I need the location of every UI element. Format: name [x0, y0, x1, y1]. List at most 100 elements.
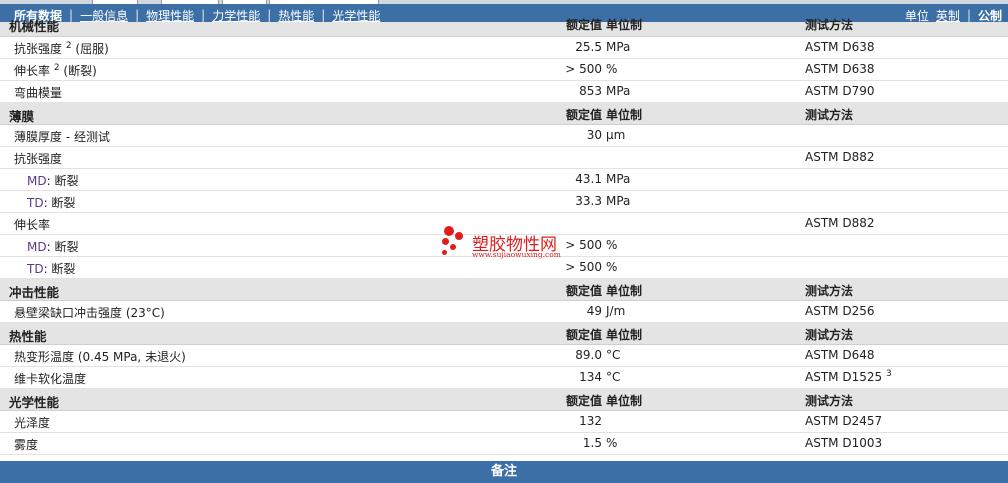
nav-thermal[interactable]: 热性能	[278, 7, 314, 24]
section-header-impact: 冲击性能 额定值 单位制 测试方法	[0, 279, 1008, 301]
section-header-film: 薄膜 额定值 单位制 测试方法	[0, 103, 1008, 125]
property-name: 弯曲模量	[14, 86, 63, 100]
nav-optical[interactable]: 光学性能	[332, 7, 380, 24]
property-value: 1.5	[582, 436, 602, 450]
col-test-method: 测试方法	[805, 284, 854, 298]
property-value: 30	[586, 128, 602, 142]
col-nominal: 额定值	[565, 18, 602, 32]
nav-mechanical[interactable]: 力学性能	[212, 7, 260, 24]
nav-separator: |	[201, 8, 206, 22]
property-name: 伸长率 2 (断裂)	[14, 63, 97, 79]
property-unit: J/m	[606, 304, 626, 318]
col-unit: 单位制	[606, 284, 643, 298]
property-unit: °C	[606, 348, 621, 362]
test-method: ASTM D638	[805, 62, 875, 76]
nav-general-info[interactable]: 一般信息	[80, 7, 128, 24]
test-method: ASTM D638	[805, 40, 875, 54]
table-row: MD: 断裂 43.1 MPa	[0, 169, 1008, 191]
col-test-method: 测试方法	[805, 394, 854, 408]
test-method: ASTM D882	[805, 216, 875, 230]
property-value: 134	[579, 370, 602, 384]
table-row: 光泽度 132 ASTM D2457	[0, 411, 1008, 433]
section-title: 热性能	[9, 329, 47, 344]
nav-separator: |	[267, 8, 272, 22]
nav-separator: |	[966, 8, 971, 22]
property-name: TD: 断裂	[27, 262, 76, 276]
col-nominal: 额定值	[565, 108, 602, 122]
property-name: 抗张强度	[14, 152, 63, 166]
test-method: ASTM D790	[805, 84, 875, 98]
direction-prefix: MD	[27, 174, 47, 188]
units-metric[interactable]: 公制	[978, 7, 1002, 24]
test-method: ASTM D256	[805, 304, 875, 318]
property-unit: MPa	[606, 194, 631, 208]
col-test-method: 测试方法	[805, 18, 854, 32]
units-label: 单位	[904, 8, 929, 23]
units-english-link[interactable]: 英制	[936, 7, 960, 24]
property-value: > 500	[565, 260, 602, 274]
col-test-method: 测试方法	[805, 108, 854, 122]
property-name: 悬壁梁缺口冲击强度 (23°C)	[14, 306, 165, 320]
section-header-mechanical: 机械性能 额定值 单位制 测试方法	[0, 18, 1008, 37]
table-row: 维卡软化温度 134 °C ASTM D1525 3	[0, 367, 1008, 389]
nav-separator: |	[135, 8, 140, 22]
section-title: 光学性能	[9, 395, 60, 410]
property-value: 25.5	[575, 40, 602, 54]
property-name: 薄膜厚度 - 经测试	[14, 130, 110, 144]
property-value: > 500	[565, 62, 602, 76]
col-test-method: 测试方法	[805, 328, 854, 342]
table-row: 薄膜厚度 - 经测试 30 µm	[0, 125, 1008, 147]
section-title: 机械性能	[9, 19, 60, 34]
property-name: MD: 断裂	[27, 174, 79, 188]
table-row: 伸长率 2 (断裂) > 500 % ASTM D638	[0, 59, 1008, 81]
property-name: 伸长率	[14, 218, 51, 232]
section-header-optical: 光学性能 额定值 单位制 测试方法	[0, 389, 1008, 411]
property-name: TD: 断裂	[27, 196, 76, 210]
property-value: 49	[586, 304, 602, 318]
property-unit: %	[606, 436, 618, 450]
watermark-url: www.sujiaowuxing.com	[472, 250, 561, 259]
property-name: 抗张强度 2 (屈服)	[14, 41, 109, 57]
section-title: 薄膜	[9, 109, 35, 124]
property-unit: °C	[606, 370, 621, 384]
table-row: 悬壁梁缺口冲击强度 (23°C) 49 J/m ASTM D256	[0, 301, 1008, 323]
property-unit: %	[606, 62, 618, 76]
table-row: 弯曲模量 853 MPa ASTM D790	[0, 81, 1008, 103]
property-value: 132	[579, 414, 602, 428]
direction-prefix: TD	[27, 196, 44, 210]
section-header-thermal: 热性能 额定值 单位制 测试方法	[0, 323, 1008, 345]
direction-prefix: MD	[27, 240, 47, 254]
property-name: 光泽度	[14, 416, 51, 430]
test-method: ASTM D648	[805, 348, 875, 362]
property-value: 853	[579, 84, 602, 98]
property-unit: µm	[606, 128, 626, 142]
col-nominal: 额定值	[565, 284, 602, 298]
watermark-logo-icon	[440, 224, 468, 258]
property-name: 雾度	[14, 438, 39, 452]
col-unit: 单位制	[606, 328, 643, 342]
property-unit: MPa	[606, 172, 631, 186]
nav-separator: |	[321, 8, 326, 22]
property-name: 热变形温度 (0.45 MPa, 未退火)	[14, 350, 186, 364]
table-row: 热变形温度 (0.45 MPa, 未退火) 89.0 °C ASTM D648	[0, 345, 1008, 367]
direction-prefix: TD	[27, 262, 44, 276]
nav-physical[interactable]: 物理性能	[146, 7, 194, 24]
table-row: 抗张强度 ASTM D882	[0, 147, 1008, 169]
col-unit: 单位制	[606, 18, 643, 32]
property-value: 89.0	[575, 348, 602, 362]
property-value: 33.3	[575, 194, 602, 208]
notes-header: 备注	[0, 461, 1008, 483]
site-watermark: 塑胶物性网 www.sujiaowuxing.com	[440, 224, 570, 264]
col-unit: 单位制	[606, 394, 643, 408]
table-row: TD: 断裂 33.3 MPa	[0, 191, 1008, 213]
property-unit: MPa	[606, 40, 631, 54]
col-unit: 单位制	[606, 108, 643, 122]
table-row: 雾度 1.5 % ASTM D1003	[0, 433, 1008, 455]
property-unit: %	[606, 260, 618, 274]
col-nominal: 额定值	[565, 394, 602, 408]
property-value: > 500	[565, 238, 602, 252]
property-unit: MPa	[606, 84, 631, 98]
property-value: 43.1	[575, 172, 602, 186]
col-nominal: 额定值	[565, 328, 602, 342]
table-row: 抗张强度 2 (屈服) 25.5 MPa ASTM D638	[0, 37, 1008, 59]
